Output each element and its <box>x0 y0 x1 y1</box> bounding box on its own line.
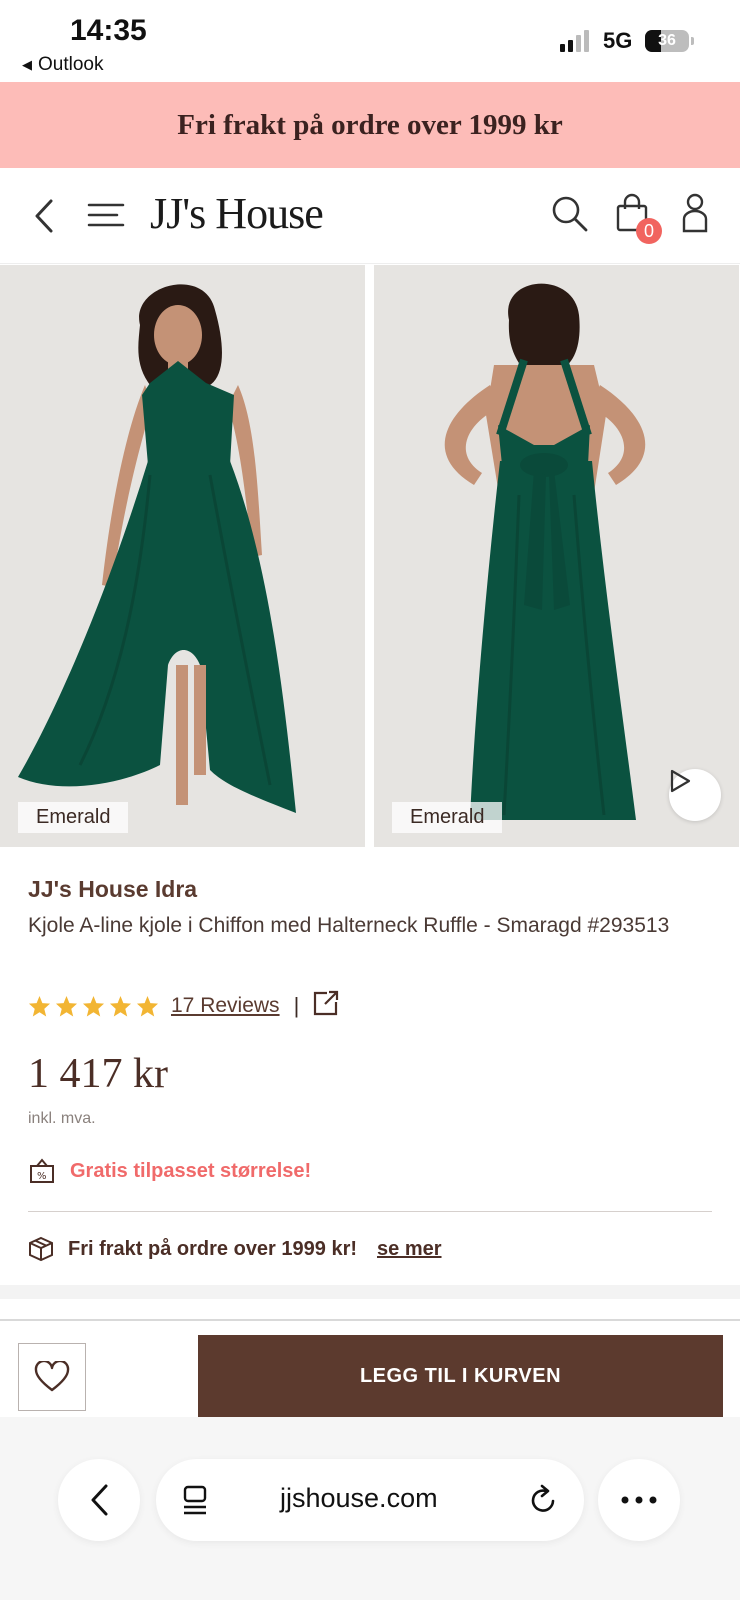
signal-icon <box>560 30 589 52</box>
product-brand: JJ's House Idra <box>28 876 198 902</box>
battery-cap <box>691 37 694 45</box>
star-icon <box>55 995 78 1017</box>
user-icon[interactable] <box>680 192 710 234</box>
play-icon <box>670 769 691 793</box>
product-image-front[interactable]: Emerald <box>0 265 365 847</box>
star-icon <box>28 995 51 1017</box>
tag-discount-icon: % <box>30 1158 54 1183</box>
share-icon[interactable] <box>313 990 339 1021</box>
network-type: 5G <box>603 28 633 53</box>
promo-text: Fri frakt på ordre over 1999 kr <box>177 108 563 141</box>
url-text: jjshouse.com <box>280 1483 438 1513</box>
product-image-back[interactable]: Emerald <box>374 265 739 847</box>
status-bar: 14:35 ◀ Outlook 5G 36 <box>0 0 740 82</box>
custom-size-note: % Gratis tilpasset størrelse! <box>28 1158 311 1184</box>
site-logo[interactable]: JJ's House <box>150 188 324 239</box>
site-header: JJ's House 0 <box>0 168 740 264</box>
browser-more-button[interactable] <box>598 1459 680 1541</box>
dress-back-illustration <box>374 265 739 847</box>
back-triangle-icon: ◀ <box>22 57 32 72</box>
cart-count-badge: 0 <box>636 218 662 244</box>
product-price: 1 417 kr <box>28 1051 168 1097</box>
bottom-action-bar: LEGG TIL I KURVEN <box>0 1319 740 1417</box>
status-time: 14:35 <box>70 14 147 47</box>
star-icon <box>82 995 105 1017</box>
star-rating <box>28 995 159 1017</box>
product-title: Kjole A-line kjole i Chiffon med Haltern… <box>28 914 670 937</box>
custom-size-text: Gratis tilpasset størrelse! <box>70 1159 312 1182</box>
add-to-cart-button[interactable]: LEGG TIL I KURVEN <box>198 1335 723 1417</box>
address-bar[interactable]: jjshouse.com <box>156 1459 584 1541</box>
chevron-left-icon <box>91 1484 108 1516</box>
back-app-label: Outlook <box>38 54 104 75</box>
free-shipping-text: Fri frakt på ordre over 1999 kr! <box>68 1237 358 1260</box>
menu-icon[interactable] <box>86 198 126 232</box>
wishlist-button[interactable] <box>18 1343 86 1411</box>
section-separator <box>0 1285 740 1299</box>
reload-icon[interactable] <box>528 1483 558 1520</box>
battery-percent: 36 <box>658 32 676 49</box>
divider <box>28 1211 712 1212</box>
back-to-app-link[interactable]: ◀ Outlook <box>22 54 103 76</box>
promo-banner[interactable]: Fri frakt på ordre over 1999 kr <box>0 82 740 168</box>
browser-toolbar: jjshouse.com <box>0 1417 740 1600</box>
search-icon[interactable] <box>550 194 590 234</box>
battery-icon: 36 <box>645 30 689 52</box>
reviews-link[interactable]: 17 Reviews <box>171 994 280 1018</box>
star-icon <box>136 995 159 1017</box>
back-chevron-icon[interactable] <box>26 196 62 236</box>
vat-note: inkl. mva. <box>28 1110 96 1127</box>
separator: | <box>293 992 300 1018</box>
product-gallery[interactable]: Emerald Emerald <box>0 265 740 847</box>
see-more-link[interactable]: se mer <box>377 1238 442 1261</box>
play-video-button[interactable] <box>669 769 721 821</box>
dress-front-illustration <box>0 265 365 847</box>
color-label: Emerald <box>392 802 503 833</box>
heart-icon <box>34 1361 70 1392</box>
svg-text:%: % <box>37 1171 47 1182</box>
browser-back-button[interactable] <box>58 1459 140 1541</box>
reader-icon[interactable] <box>182 1485 210 1520</box>
package-icon <box>29 1236 53 1262</box>
free-shipping-note: Fri frakt på ordre over 1999 kr! se mer <box>28 1236 442 1262</box>
star-icon <box>109 995 132 1017</box>
color-label: Emerald <box>18 802 129 833</box>
more-dots-icon <box>621 1496 657 1504</box>
rating-row: 17 Reviews | <box>28 990 339 1021</box>
